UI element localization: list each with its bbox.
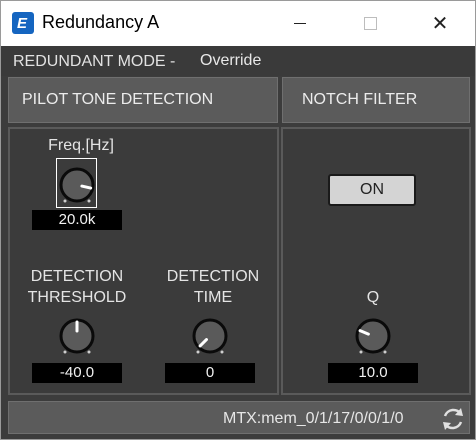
minimize-icon (294, 23, 306, 24)
q-value[interactable]: 10.0 (328, 363, 418, 383)
threshold-label-line2: THRESHOLD (27, 289, 127, 306)
app-logo-icon: E (12, 12, 34, 34)
threshold-label-line1: DETECTION (30, 268, 124, 285)
title-bar[interactable]: E Redundancy A ✕ (1, 1, 475, 46)
freq-knob[interactable] (57, 165, 97, 205)
close-button[interactable]: ✕ (417, 1, 463, 46)
pilot-tone-panel (8, 127, 279, 395)
close-icon: ✕ (431, 13, 449, 35)
time-label-line1: DETECTION (166, 268, 260, 285)
notch-filter-title: NOTCH FILTER (302, 91, 418, 108)
window-title: Redundancy A (42, 12, 160, 32)
threshold-value[interactable]: -40.0 (32, 363, 122, 383)
q-label: Q (366, 289, 380, 306)
time-value[interactable]: 0 (165, 363, 255, 383)
redundancy-window: E Redundancy A ✕ REDUNDANT MODE - Overri… (0, 0, 476, 440)
sync-icon[interactable] (439, 405, 467, 433)
preset-path: MTX:mem_0/1/17/0/0/1/0 (223, 410, 404, 427)
minimize-button[interactable] (277, 1, 323, 46)
q-knob[interactable] (353, 316, 393, 356)
maximize-icon (363, 17, 377, 30)
pilot-tone-header: PILOT TONE DETECTION (8, 77, 278, 123)
mode-bar: REDUNDANT MODE - Override (1, 46, 475, 76)
status-bar: MTX:mem_0/1/17/0/0/1/0 (8, 401, 470, 434)
freq-value[interactable]: 20.0k (32, 210, 122, 230)
time-label-line2: TIME (193, 289, 233, 306)
redundant-mode-value: Override (200, 52, 262, 69)
maximize-button[interactable] (347, 1, 393, 46)
redundant-mode-label: REDUNDANT MODE - (13, 53, 176, 70)
notch-on-button[interactable]: ON (328, 174, 416, 206)
knob-indicator (80, 184, 93, 190)
freq-label: Freq.[Hz] (48, 137, 114, 154)
pilot-tone-title: PILOT TONE DETECTION (22, 91, 214, 108)
threshold-knob[interactable] (57, 316, 97, 356)
notch-filter-header: NOTCH FILTER (282, 77, 470, 123)
time-knob[interactable] (190, 316, 230, 356)
